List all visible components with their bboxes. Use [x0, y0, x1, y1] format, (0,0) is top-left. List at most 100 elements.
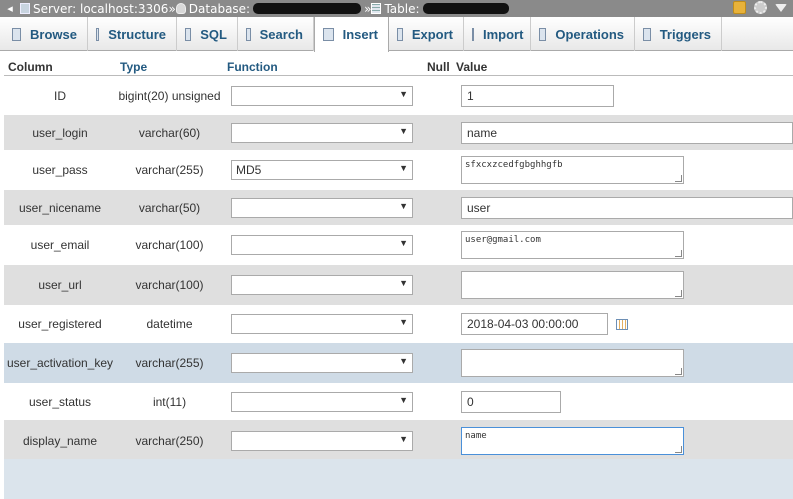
- tab-operations[interactable]: Operations: [531, 17, 635, 51]
- table-row: user_email varchar(100) ▼ user@gmail.com: [4, 225, 793, 265]
- search-icon: [246, 27, 251, 41]
- function-select[interactable]: ▼: [231, 86, 413, 106]
- tab-label: Structure: [108, 26, 166, 42]
- triggers-icon: [643, 27, 651, 41]
- column-name: ID: [54, 89, 66, 103]
- menu-toggle-icon[interactable]: [775, 4, 787, 12]
- column-type: int(11): [152, 395, 187, 409]
- tab-insert[interactable]: Insert: [314, 17, 389, 52]
- function-select[interactable]: ▼: [231, 275, 413, 295]
- column-type: varchar(255): [135, 163, 204, 177]
- server-icon: [20, 3, 30, 14]
- table-row: user_url varchar(100) ▼: [4, 265, 793, 305]
- table-row: user_pass varchar(255) MD5 ▼ sfxcxzcedfgbghh…: [4, 150, 793, 190]
- value-input[interactable]: 2018-04-03 00:00:00: [461, 313, 608, 335]
- gear-icon[interactable]: [754, 1, 767, 14]
- tab-import[interactable]: Import: [464, 17, 531, 51]
- table-row: user_login varchar(60) ▼ name: [4, 115, 793, 150]
- function-select-value: MD5: [236, 163, 262, 177]
- value-input[interactable]: user: [461, 197, 793, 219]
- function-select[interactable]: ▼: [231, 314, 413, 334]
- column-name: user_email: [30, 238, 90, 252]
- function-select[interactable]: ▼: [231, 431, 413, 451]
- chevron-down-icon: ▼: [399, 126, 408, 136]
- column-type: varchar(100): [135, 278, 204, 292]
- function-select[interactable]: ▼: [231, 123, 413, 143]
- column-name: user_login: [32, 126, 88, 140]
- chevron-down-icon: ▼: [399, 395, 408, 405]
- import-icon: [472, 27, 474, 41]
- table-row: user_registered datetime ▼ 2018-04-03 00:00…: [4, 305, 793, 343]
- tab-structure[interactable]: Structure: [88, 17, 177, 51]
- database-icon: [175, 3, 186, 14]
- tab-label: Triggers: [659, 26, 711, 42]
- tab-bar: Browse Structure SQL Search Insert Export Impo…: [0, 17, 793, 52]
- value-input[interactable]: 0: [461, 391, 561, 413]
- tab-search[interactable]: Search: [238, 17, 314, 51]
- tab-export[interactable]: Export: [389, 17, 464, 51]
- breadcrumb-database-label: Database:: [188, 1, 251, 16]
- tab-label: Import: [483, 26, 524, 42]
- column-name: user_nicename: [18, 201, 102, 215]
- breadcrumb-server[interactable]: Server: localhost:3306: [20, 2, 168, 16]
- column-type: varchar(250): [135, 434, 204, 448]
- breadcrumb-separator: »: [168, 1, 176, 16]
- function-select[interactable]: ▼: [231, 235, 413, 255]
- tab-sql[interactable]: SQL: [177, 17, 238, 51]
- browse-icon: [12, 27, 22, 41]
- column-header-row: Column Type Function Null Value: [4, 58, 793, 76]
- header-type[interactable]: Type: [120, 60, 147, 74]
- value-textarea[interactable]: sfxcxzcedfgbghhgfb: [461, 156, 684, 184]
- function-select[interactable]: ▼: [231, 198, 413, 218]
- column-type: varchar(255): [135, 356, 204, 370]
- tab-label: SQL: [200, 26, 227, 42]
- column-name: display_name: [22, 434, 98, 448]
- tab-browse[interactable]: Browse: [4, 17, 88, 51]
- breadcrumb-table-label: Table:: [384, 1, 420, 16]
- sql-icon: [185, 27, 192, 41]
- collapse-arrow-icon[interactable]: ◂: [0, 2, 20, 15]
- export-icon: [397, 27, 403, 41]
- value-textarea[interactable]: name: [461, 427, 684, 455]
- chevron-down-icon: ▼: [399, 89, 408, 99]
- header-null: Null: [427, 60, 450, 74]
- column-name: user_status: [28, 395, 92, 409]
- column-type: datetime: [146, 317, 193, 331]
- function-select[interactable]: MD5 ▼: [231, 160, 413, 180]
- lock-icon[interactable]: [733, 1, 746, 14]
- column-name: user_registered: [18, 317, 102, 331]
- value-input[interactable]: 1: [461, 85, 614, 107]
- column-type: varchar(50): [138, 201, 201, 215]
- value-input[interactable]: name: [461, 122, 793, 144]
- value-textarea[interactable]: user@gmail.com: [461, 231, 684, 259]
- breadcrumb-table[interactable]: Table:: [371, 2, 511, 16]
- breadcrumb-separator: »: [364, 1, 372, 16]
- chevron-down-icon: ▼: [399, 434, 408, 444]
- calendar-icon[interactable]: [616, 319, 628, 330]
- chevron-down-icon: ▼: [399, 278, 408, 288]
- chevron-down-icon: ▼: [399, 238, 408, 248]
- table-icon: [371, 3, 382, 14]
- header-column: Column: [8, 60, 53, 74]
- header-function[interactable]: Function: [227, 60, 278, 74]
- breadcrumb-bar: ◂ Server: localhost:3306 » Database: » T…: [0, 0, 793, 17]
- column-type: bigint(20) unsigned: [118, 89, 221, 103]
- tab-triggers[interactable]: Triggers: [635, 17, 722, 51]
- table-row: user_nicename varchar(50) ▼ user: [4, 190, 793, 225]
- function-select[interactable]: ▼: [231, 353, 413, 373]
- breadcrumb-database[interactable]: Database:: [175, 1, 364, 16]
- chevron-down-icon: ▼: [399, 356, 408, 366]
- insert-icon: [323, 28, 334, 41]
- chevron-down-icon: ▼: [399, 201, 408, 211]
- function-select[interactable]: ▼: [231, 392, 413, 412]
- column-name: user_url: [38, 278, 82, 292]
- column-type: varchar(100): [135, 238, 204, 252]
- tab-label: Operations: [555, 26, 624, 42]
- operations-icon: [539, 27, 547, 41]
- value-textarea[interactable]: [461, 271, 684, 299]
- tab-label: Browse: [30, 26, 77, 42]
- table-row: user_activation_key varchar(255) ▼: [4, 343, 793, 383]
- value-textarea[interactable]: [461, 349, 684, 377]
- column-name: user_activation_key: [6, 356, 114, 370]
- table-row: user_status int(11) ▼ 0: [4, 383, 793, 420]
